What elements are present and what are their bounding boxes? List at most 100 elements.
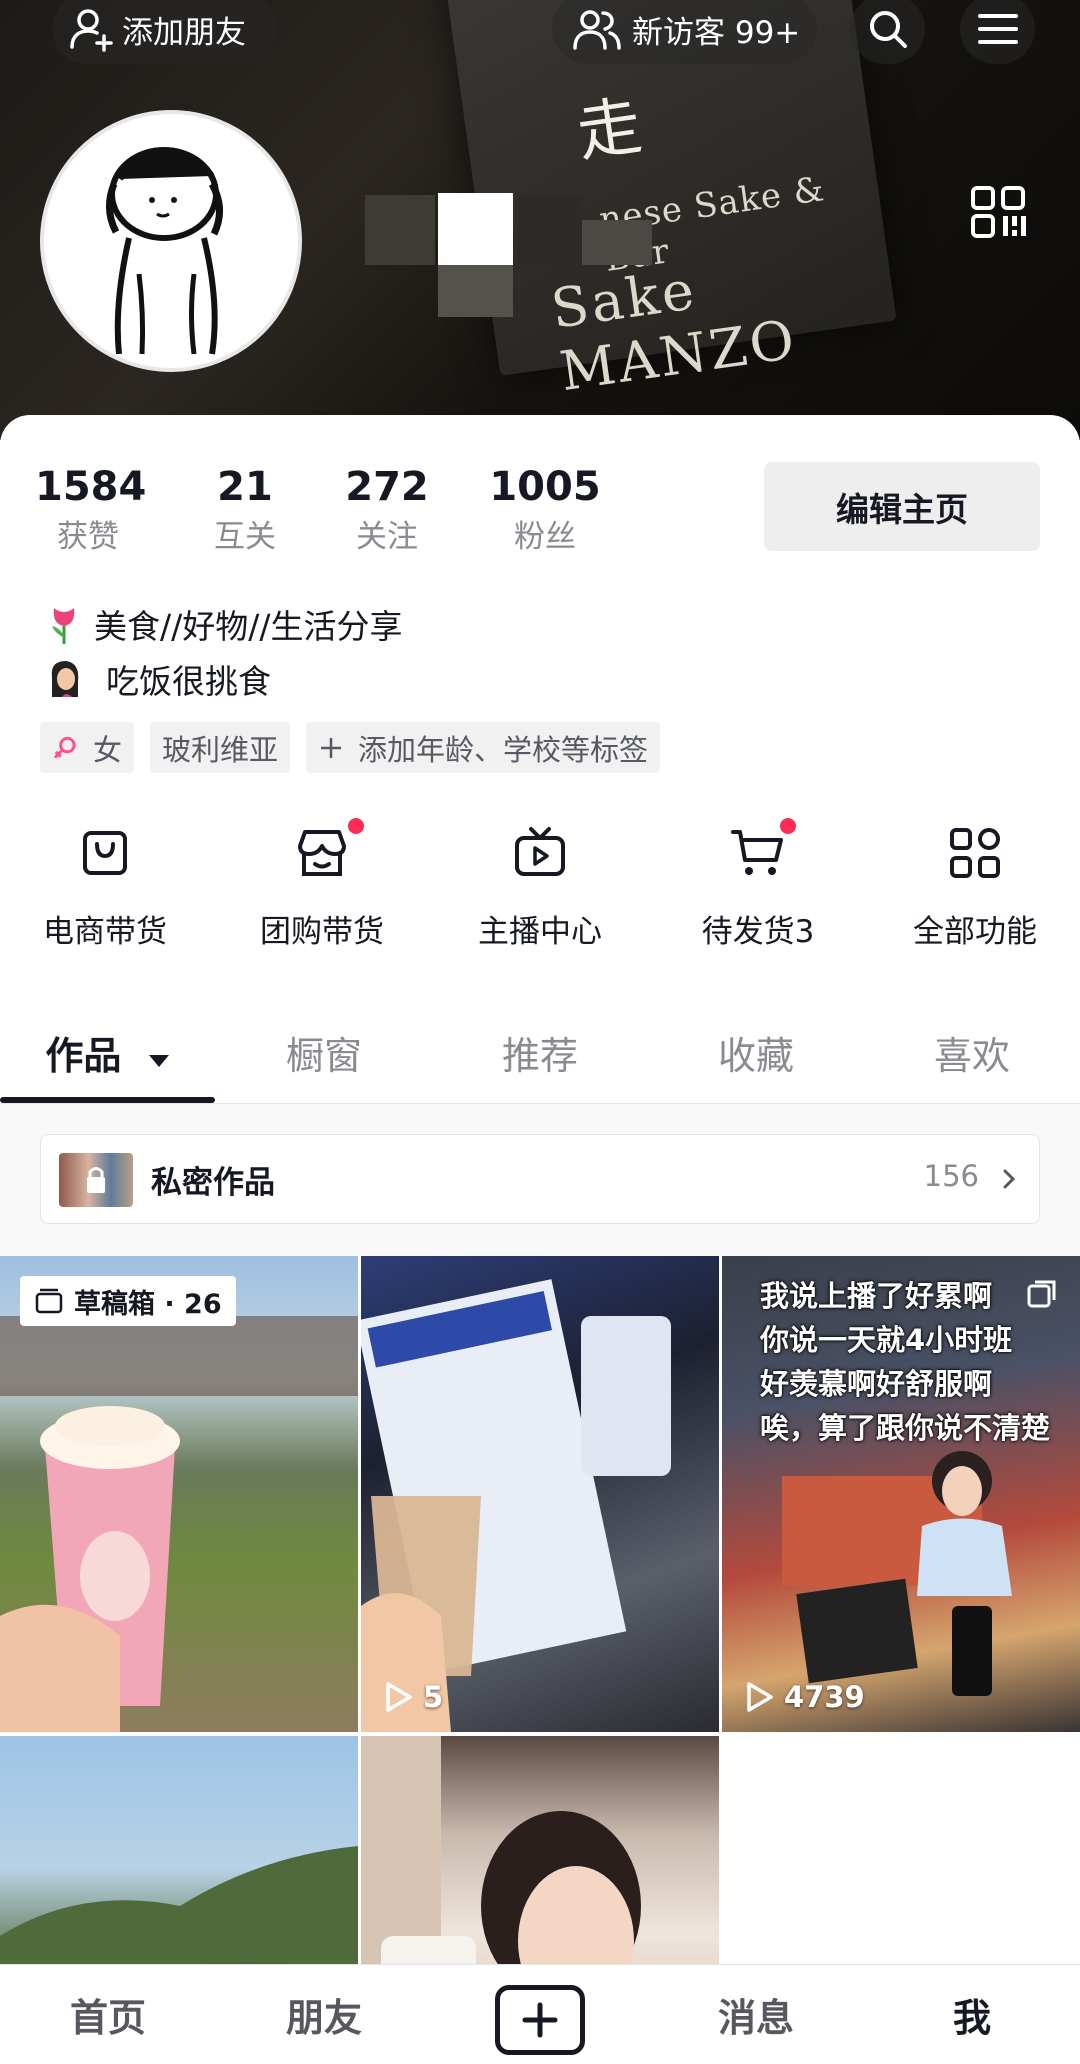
bio-line: 吃饭很挑食 bbox=[44, 655, 271, 703]
gender-tag: 女 bbox=[40, 722, 134, 773]
feature-group-buy[interactable]: 团购带货 bbox=[222, 818, 422, 951]
tab-label: 收藏 bbox=[717, 1034, 794, 1078]
feature-all-functions[interactable]: 全部功能 bbox=[875, 818, 1075, 951]
tab-label: 推荐 bbox=[501, 1034, 578, 1078]
visitors-label: 新访客 99+ bbox=[632, 14, 801, 51]
feature-ecommerce[interactable]: 电商带货 bbox=[5, 818, 205, 951]
private-works-thumbnail bbox=[59, 1153, 133, 1207]
tab-showcase[interactable]: 橱窗 bbox=[216, 1025, 432, 1080]
plus-icon bbox=[522, 2002, 558, 2038]
notification-dot bbox=[348, 818, 364, 834]
pixel-block bbox=[365, 195, 435, 265]
pixel-block bbox=[518, 195, 582, 265]
multi-image-icon bbox=[1027, 1280, 1056, 1308]
plus-icon bbox=[321, 737, 341, 758]
hamburger-menu-icon bbox=[977, 14, 1018, 44]
location-tag: 玻利维亚 bbox=[150, 722, 291, 773]
stat-value: 1005 bbox=[489, 464, 601, 510]
new-visitors-button[interactable]: 新访客 99+ bbox=[552, 0, 817, 64]
caret-down-icon bbox=[148, 1055, 169, 1067]
drafts-badge[interactable]: 草稿箱 · 26 bbox=[20, 1276, 236, 1326]
doodle-avatar-image bbox=[106, 147, 223, 355]
search-button[interactable] bbox=[850, 0, 925, 64]
add-friend-button[interactable]: 添加朋友 bbox=[52, 0, 277, 64]
pixel-block bbox=[582, 220, 652, 265]
tab-recommended[interactable]: 推荐 bbox=[432, 1025, 648, 1080]
feature-label: 电商带货 bbox=[43, 914, 167, 950]
drafts-label: 草稿箱 · 26 bbox=[74, 1288, 222, 1320]
coffee-flyer-image bbox=[361, 1279, 671, 1732]
drafts-box-icon bbox=[35, 1288, 63, 1314]
stat-value: 21 bbox=[217, 464, 273, 510]
drink-photo-image bbox=[0, 1316, 358, 1732]
qr-code-icon bbox=[971, 186, 1026, 238]
private-works-row[interactable]: 私密作品 156 bbox=[40, 1134, 1040, 1224]
nav-home[interactable]: 首页 bbox=[0, 1987, 216, 2042]
video-caption-overlay: 我说上播了好累啊 你说一天就4小时班 好羡慕啊好舒服啊 唉，算了跟你说不清楚 bbox=[760, 1274, 1050, 1450]
edit-profile-button[interactable]: 编辑主页 bbox=[764, 462, 1040, 551]
bio-text: 美食//好物//生活分享 bbox=[94, 607, 403, 646]
chevron-right-icon bbox=[1003, 1169, 1016, 1189]
caption-line: 好羡慕啊好舒服啊 bbox=[760, 1367, 993, 1401]
bottom-nav: 首页 朋友 消息 我 bbox=[0, 1964, 1080, 2064]
play-count-value: 5 bbox=[423, 1680, 444, 1714]
tulip-emoji-icon bbox=[44, 602, 84, 646]
create-button[interactable] bbox=[495, 1985, 585, 2055]
feature-label: 全部功能 bbox=[913, 914, 1037, 950]
search-icon bbox=[869, 11, 907, 48]
stat-followers[interactable]: 1005 粉丝 bbox=[488, 463, 602, 559]
bio-text: 吃饭很挑食 bbox=[106, 662, 271, 701]
feature-pending-shipment[interactable]: 待发货3 bbox=[658, 818, 858, 951]
stat-label: 粉丝 bbox=[514, 519, 576, 555]
nav-messages[interactable]: 消息 bbox=[648, 1987, 864, 2042]
stat-value: 272 bbox=[345, 464, 429, 510]
cover-sign-text: 走 bbox=[572, 89, 647, 172]
play-icon bbox=[747, 1682, 773, 1712]
stat-value: 1584 bbox=[35, 464, 147, 510]
stat-label: 关注 bbox=[356, 519, 418, 555]
menu-button[interactable] bbox=[960, 0, 1035, 64]
tab-favorites[interactable]: 收藏 bbox=[648, 1025, 864, 1080]
tab-works[interactable]: 作品 bbox=[0, 1025, 216, 1080]
stat-following[interactable]: 272 关注 bbox=[337, 463, 437, 559]
location-label: 玻利维亚 bbox=[162, 732, 279, 767]
lock-icon bbox=[87, 1167, 105, 1193]
store-icon bbox=[298, 830, 346, 876]
video-thumbnail[interactable]: 草稿箱 · 26 bbox=[0, 1256, 358, 1732]
bag-icon bbox=[83, 831, 127, 875]
add-tags-button[interactable]: 添加年龄、学校等标签 bbox=[306, 722, 661, 773]
cart-icon bbox=[731, 830, 783, 875]
private-works-count: 156 bbox=[923, 1159, 979, 1193]
play-count: 5 bbox=[383, 1680, 443, 1714]
tab-label: 作品 bbox=[45, 1034, 122, 1078]
play-count: 4739 bbox=[744, 1680, 865, 1714]
qr-code-button[interactable] bbox=[970, 185, 1030, 245]
avatar[interactable] bbox=[40, 110, 302, 372]
tab-liked[interactable]: 喜欢 bbox=[864, 1025, 1080, 1080]
private-works-label: 私密作品 bbox=[151, 1165, 275, 1201]
nav-me[interactable]: 我 bbox=[864, 1987, 1080, 2042]
video-thumbnail[interactable]: 5 bbox=[361, 1256, 719, 1732]
stat-label: 获赞 bbox=[57, 519, 119, 555]
stat-likes[interactable]: 1584 获赞 bbox=[35, 463, 147, 559]
add-friend-label: 添加朋友 bbox=[122, 14, 246, 51]
woman-emoji-icon bbox=[44, 657, 84, 701]
stat-mutual[interactable]: 21 互关 bbox=[195, 463, 295, 559]
feature-label: 主播中心 bbox=[478, 914, 602, 950]
feature-streamer-center[interactable]: 主播中心 bbox=[440, 818, 640, 951]
visitors-icon bbox=[573, 10, 621, 50]
caption-line: 你说一天就4小时班 bbox=[760, 1323, 1013, 1357]
female-symbol-icon bbox=[53, 736, 76, 759]
apps-grid-icon bbox=[950, 828, 1000, 878]
add-user-icon bbox=[70, 9, 113, 52]
feature-label: 团购带货 bbox=[260, 914, 384, 950]
tab-label: 橱窗 bbox=[285, 1034, 362, 1078]
caption-line: 唉，算了跟你说不清楚 bbox=[760, 1411, 1051, 1445]
video-thumbnail[interactable]: 我说上播了好累啊 你说一天就4小时班 好羡慕啊好舒服啊 唉，算了跟你说不清楚 4… bbox=[722, 1256, 1080, 1732]
nav-friends[interactable]: 朋友 bbox=[216, 1987, 432, 2042]
play-icon bbox=[386, 1682, 412, 1712]
stat-label: 互关 bbox=[214, 519, 276, 555]
add-tags-label: 添加年龄、学校等标签 bbox=[358, 732, 649, 767]
tab-label: 喜欢 bbox=[933, 1034, 1010, 1078]
gender-label: 女 bbox=[92, 732, 122, 767]
